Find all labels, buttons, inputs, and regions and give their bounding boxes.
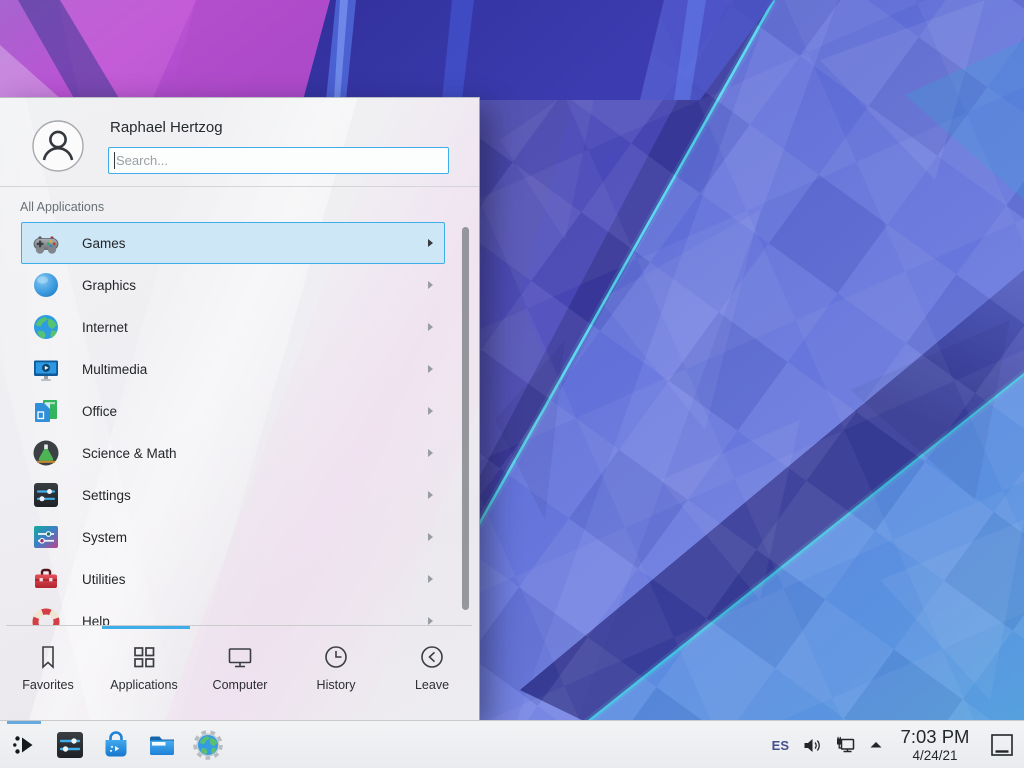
multimedia-icon [32, 355, 60, 383]
category-label: Settings [82, 488, 131, 503]
leave-icon [418, 643, 446, 671]
category-label: Science & Math [82, 446, 177, 461]
chevron-right-icon [428, 323, 433, 331]
clock-time: 7:03 PM [896, 727, 974, 748]
science-icon [32, 439, 60, 467]
category-graphics[interactable]: Graphics [21, 264, 445, 306]
system-icon [32, 523, 60, 551]
launcher-tabbar: Favorites Applications C [0, 629, 480, 720]
system-settings-icon [54, 729, 86, 761]
tab-label: History [317, 678, 356, 692]
category-utilities[interactable]: Utilities [21, 558, 445, 600]
tab-label: Leave [415, 678, 449, 692]
category-label: Utilities [82, 572, 126, 587]
text-caret [114, 152, 115, 169]
tab-computer[interactable]: Computer [192, 629, 288, 720]
tab-label: Computer [213, 678, 268, 692]
desktop: Raphael Hertzog All Applications Gam [0, 0, 1024, 768]
utilities-icon [32, 565, 60, 593]
computer-icon [226, 643, 254, 671]
kde-launcher-icon [8, 729, 40, 761]
clock-date: 4/24/21 [896, 748, 974, 763]
show-desktop-button[interactable] [988, 731, 1016, 759]
category-label: Office [82, 404, 117, 419]
taskbar-apps [8, 729, 224, 761]
keyboard-layout-indicator[interactable]: ES [772, 738, 789, 753]
system-settings-button[interactable] [54, 729, 86, 761]
tab-label: Applications [110, 678, 177, 692]
applications-icon [130, 643, 158, 671]
category-list: Games Graphics [0, 222, 480, 626]
category-internet[interactable]: Internet [21, 306, 445, 348]
taskbar: ES 7:03 PM 4/24/21 [0, 720, 1024, 768]
chevron-right-icon [428, 575, 433, 583]
history-icon [322, 643, 350, 671]
user-avatar-icon[interactable] [32, 120, 84, 172]
category-science-math[interactable]: Science & Math [21, 432, 445, 474]
section-label: All Applications [20, 200, 104, 214]
games-icon [32, 229, 60, 257]
category-label: Internet [82, 320, 128, 335]
web-browser-button[interactable] [192, 729, 224, 761]
system-tray: ES 7:03 PM 4/24/21 [772, 721, 1024, 768]
chevron-right-icon [428, 281, 433, 289]
tray-expander-icon[interactable] [868, 737, 884, 753]
chevron-right-icon [428, 407, 433, 415]
settings-icon [32, 481, 60, 509]
globe-browser-icon [192, 729, 224, 761]
network-icon[interactable] [835, 735, 856, 756]
list-scrollbar[interactable] [462, 227, 469, 610]
category-label: Graphics [82, 278, 136, 293]
office-icon [32, 397, 60, 425]
tab-leave[interactable]: Leave [384, 629, 480, 720]
category-help[interactable]: Help [21, 600, 445, 626]
search-input[interactable] [108, 147, 449, 174]
category-settings[interactable]: Settings [21, 474, 445, 516]
help-icon [32, 607, 60, 626]
tab-favorites[interactable]: Favorites [0, 629, 96, 720]
folder-icon [146, 729, 178, 761]
graphics-icon [32, 271, 60, 299]
category-office[interactable]: Office [21, 390, 445, 432]
category-games[interactable]: Games [21, 222, 445, 264]
volume-icon[interactable] [802, 735, 823, 756]
category-label: Games [82, 236, 126, 251]
user-name: Raphael Hertzog [110, 119, 223, 136]
launcher-header: Raphael Hertzog [0, 98, 479, 186]
favorites-icon [34, 643, 62, 671]
application-launcher-popup: Raphael Hertzog All Applications Gam [0, 97, 480, 720]
file-manager-button[interactable] [146, 729, 178, 761]
chevron-right-icon [428, 365, 433, 373]
chevron-right-icon [428, 491, 433, 499]
category-system[interactable]: System [21, 516, 445, 558]
category-label: Multimedia [82, 362, 147, 377]
tabbar-separator [6, 625, 472, 626]
discover-button[interactable] [100, 729, 132, 761]
internet-icon [32, 313, 60, 341]
tab-applications[interactable]: Applications [96, 629, 192, 720]
category-multimedia[interactable]: Multimedia [21, 348, 445, 390]
category-label: System [82, 530, 127, 545]
chevron-right-icon [428, 239, 433, 247]
chevron-right-icon [428, 617, 433, 625]
chevron-right-icon [428, 449, 433, 457]
active-task-indicator [7, 721, 41, 724]
header-separator [0, 186, 479, 187]
application-launcher-button[interactable] [8, 729, 40, 761]
chevron-right-icon [428, 533, 433, 541]
tab-history[interactable]: History [288, 629, 384, 720]
discover-icon [100, 729, 132, 761]
tab-label: Favorites [22, 678, 73, 692]
clock[interactable]: 7:03 PM 4/24/21 [896, 727, 974, 763]
